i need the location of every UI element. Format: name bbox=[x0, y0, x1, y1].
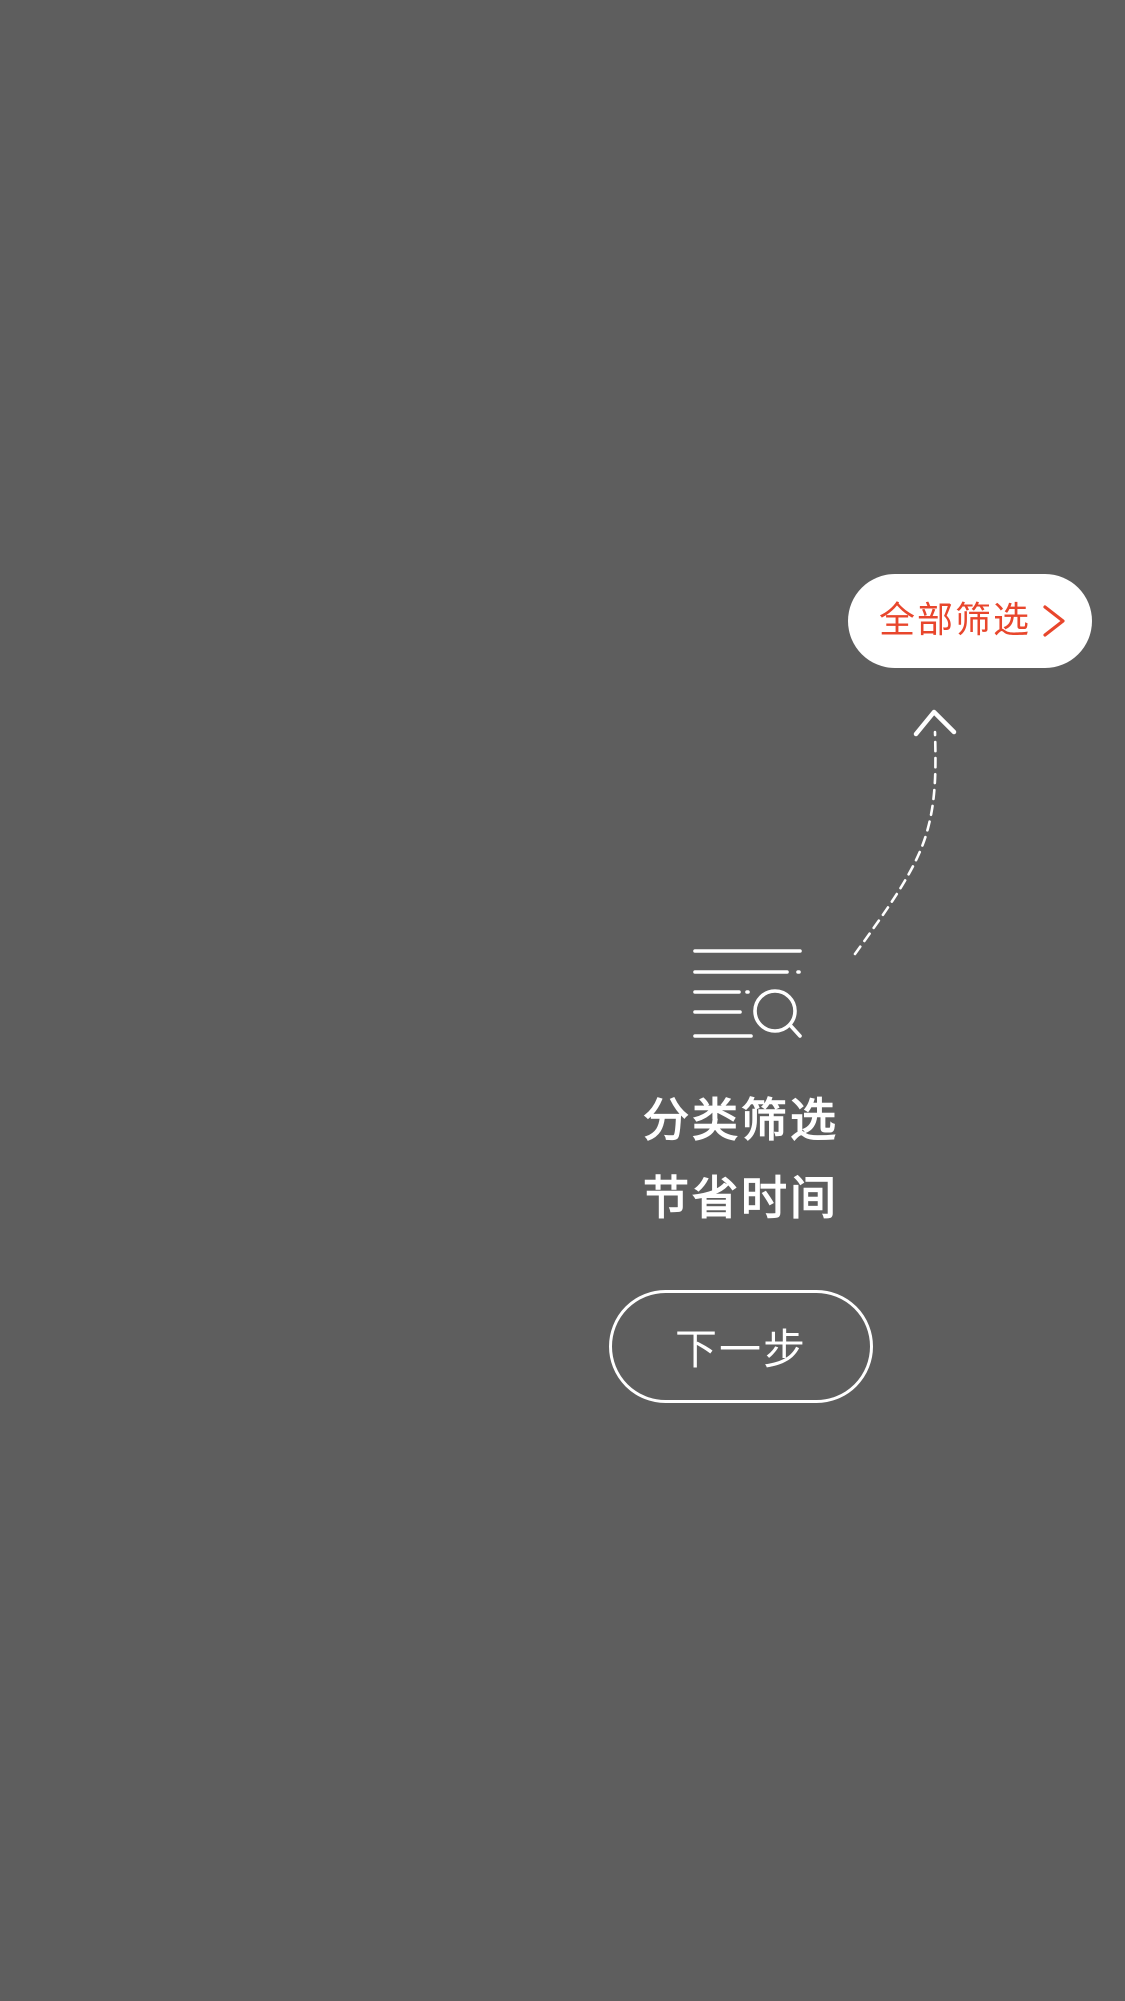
dashed-arrow-up-icon bbox=[853, 709, 957, 956]
all-filters-button[interactable]: 全部筛选 bbox=[848, 574, 1092, 668]
next-step-button[interactable]: 下一步 bbox=[609, 1290, 873, 1403]
chevron-right-icon bbox=[1043, 605, 1065, 637]
guide-title-line-1: 分类筛选 bbox=[643, 1093, 839, 1147]
list-search-icon bbox=[693, 949, 802, 1038]
all-filters-label: 全部筛选 bbox=[878, 600, 1031, 641]
guide-title-line-2: 节省时间 bbox=[643, 1171, 839, 1225]
onboarding-overlay bbox=[0, 0, 1125, 2001]
